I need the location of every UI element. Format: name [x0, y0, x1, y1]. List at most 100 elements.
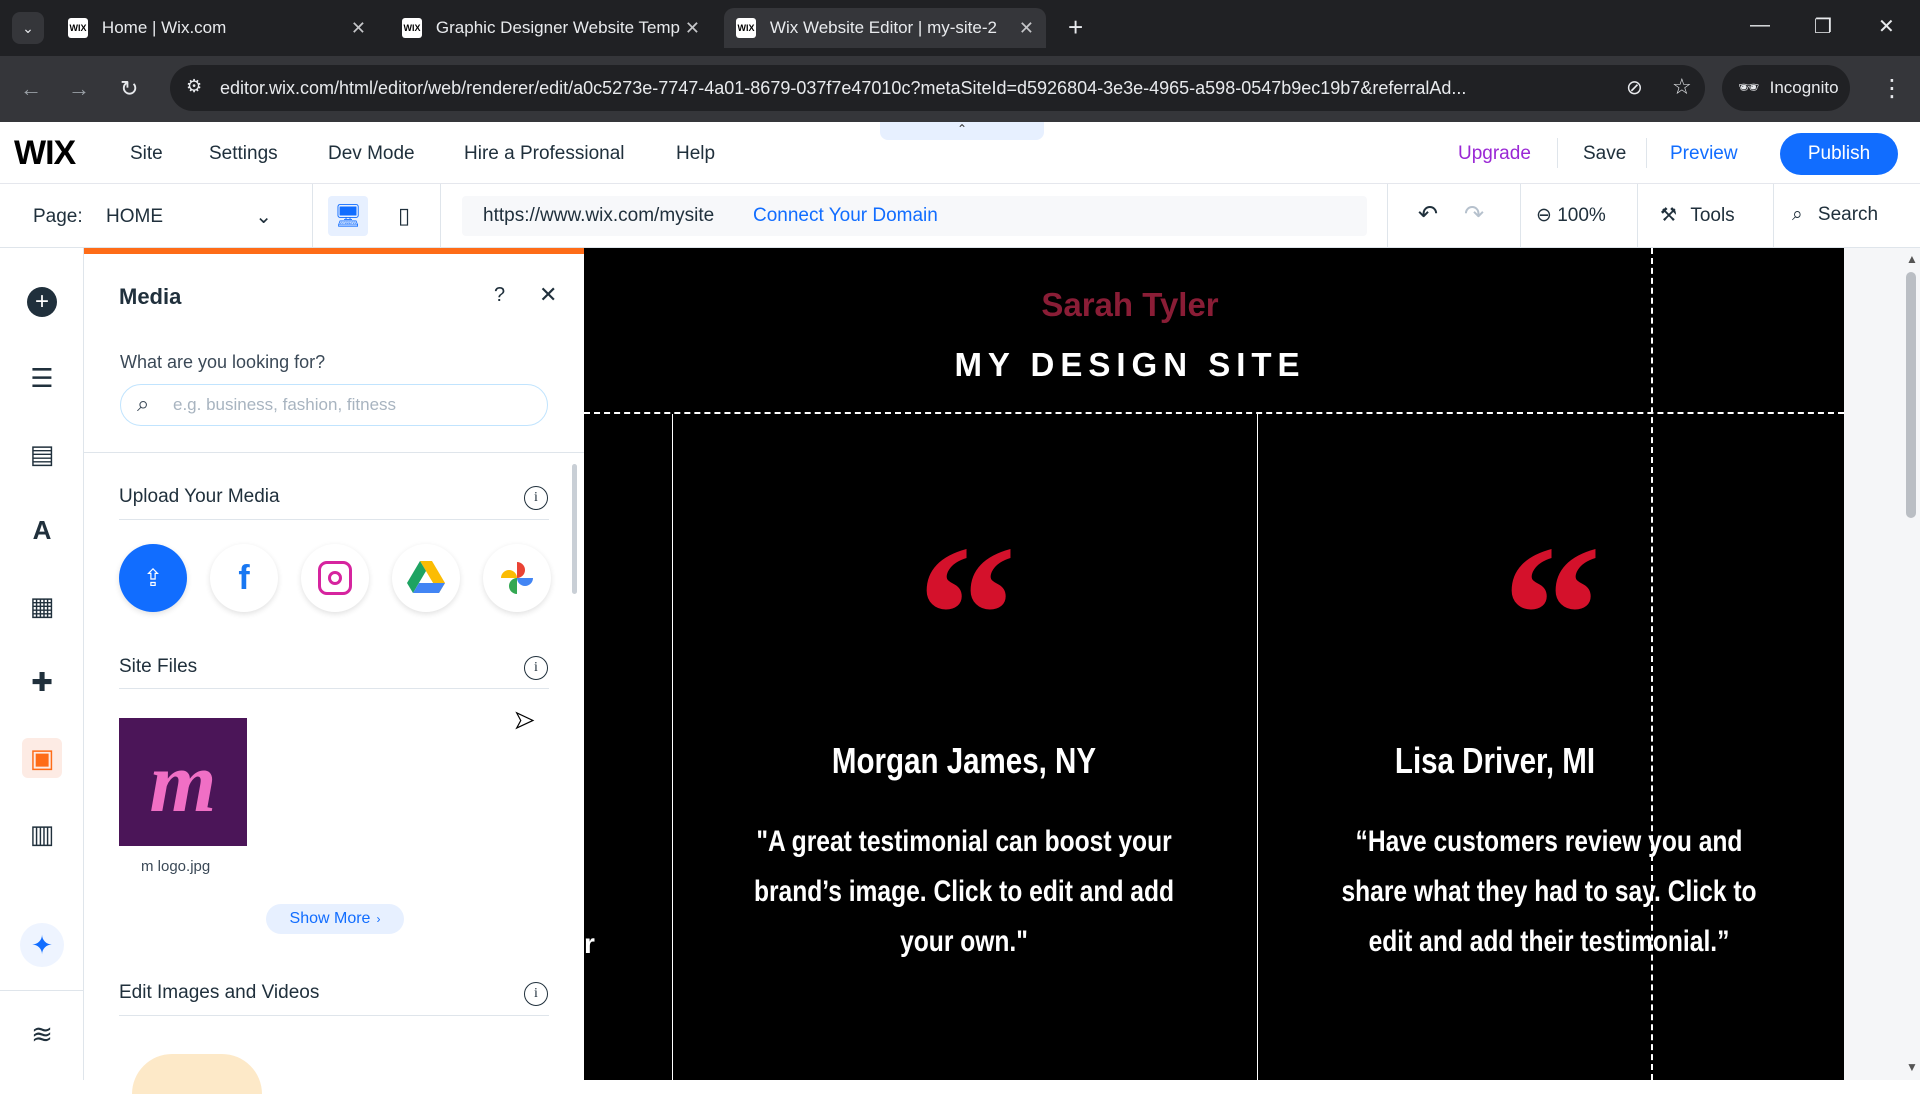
- tab-search-icon[interactable]: ⌄: [12, 12, 44, 44]
- search-input[interactable]: ⌕ e.g. business, fashion, fitness: [120, 384, 548, 426]
- google-drive-icon: [407, 561, 445, 593]
- pages-icon[interactable]: ▤: [22, 434, 62, 474]
- info-icon[interactable]: i: [524, 656, 548, 680]
- ai-sparkle-icon[interactable]: ✦: [20, 923, 64, 967]
- collapse-toolbar-icon[interactable]: ⌃: [880, 122, 1044, 140]
- layers-icon[interactable]: ≋: [22, 1014, 62, 1054]
- page-selector[interactable]: HOME ⌄: [106, 206, 272, 228]
- m-logo-image: m: [149, 734, 217, 830]
- browser-address-bar: ← → ↻ ⚙ editor.wix.com/html/editor/web/r…: [0, 56, 1920, 122]
- tools-button[interactable]: ⚒ Tools: [1660, 204, 1735, 227]
- desktop-view-icon[interactable]: 🖥: [328, 196, 368, 236]
- page-label: Page:: [33, 206, 83, 227]
- partial-text: r: [584, 928, 595, 959]
- divider: [119, 688, 549, 689]
- menu-site[interactable]: Site: [130, 143, 163, 165]
- window-close-icon[interactable]: ✕: [1878, 14, 1895, 39]
- chevron-down-icon: ⌄: [255, 206, 272, 228]
- zoom-out-icon: ⊖: [1536, 205, 1552, 226]
- info-icon[interactable]: i: [524, 486, 548, 510]
- new-tab-icon[interactable]: +: [1068, 12, 1083, 43]
- site-url: https://www.wix.com/mysite: [483, 205, 715, 226]
- close-icon[interactable]: ✕: [1019, 18, 1034, 39]
- testimonial-name[interactable]: Morgan James, NY: [726, 740, 1202, 782]
- tools-label: Tools: [1690, 205, 1735, 226]
- google-drive-upload-button[interactable]: [392, 544, 460, 612]
- browser-tab-editor[interactable]: WIX Wix Website Editor | my-site-2 ✕: [724, 8, 1046, 48]
- undo-icon[interactable]: ↶: [1418, 200, 1438, 229]
- file-name: m logo.jpg: [141, 858, 211, 875]
- site-file-thumbnail[interactable]: m: [119, 718, 247, 846]
- editor-sub-bar: Page: HOME ⌄ 🖥 ▯ https://www.wix.com/mys…: [0, 184, 1920, 248]
- back-icon[interactable]: ←: [20, 76, 42, 102]
- instagram-upload-button[interactable]: [301, 544, 369, 612]
- publish-button[interactable]: Publish: [1780, 133, 1898, 175]
- testimonial-text[interactable]: "A great testimonial can boost your bran…: [751, 817, 1177, 967]
- browser-tab-home[interactable]: WIX Home | Wix.com ✕: [56, 8, 378, 48]
- scroll-up-icon[interactable]: ▲: [1906, 252, 1918, 266]
- mobile-view-icon[interactable]: ▯: [386, 196, 422, 236]
- search-placeholder: e.g. business, fashion, fitness: [173, 395, 397, 414]
- site-canvas[interactable]: Sarah Tyler MY DESIGN SITE r “ Morgan Ja…: [584, 248, 1844, 1080]
- divider: [84, 452, 584, 453]
- facebook-upload-button[interactable]: f: [210, 544, 278, 612]
- google-photos-upload-button[interactable]: [483, 544, 551, 612]
- zoom-control[interactable]: ⊖ 100%: [1536, 204, 1606, 227]
- divider: [0, 990, 84, 991]
- cms-icon[interactable]: ▥: [22, 814, 62, 854]
- restore-icon[interactable]: ❐: [1814, 14, 1832, 39]
- business-tools-icon[interactable]: ✚: [22, 662, 62, 702]
- apps-icon[interactable]: ▦: [22, 586, 62, 626]
- redo-icon[interactable]: ↷: [1464, 200, 1484, 229]
- save-button[interactable]: Save: [1583, 143, 1626, 165]
- site-title[interactable]: MY DESIGN SITE: [584, 346, 1676, 384]
- add-elements-icon[interactable]: +: [22, 282, 62, 322]
- add-section-icon[interactable]: ☰: [22, 358, 62, 398]
- connect-domain-link[interactable]: Connect Your Domain: [753, 205, 938, 227]
- divider: [1773, 184, 1774, 248]
- divider: [1637, 184, 1638, 248]
- incognito-label: Incognito: [1769, 78, 1839, 97]
- help-icon[interactable]: ?: [494, 284, 505, 307]
- close-icon[interactable]: ✕: [351, 18, 366, 39]
- media-icon[interactable]: ▣: [22, 738, 62, 778]
- show-more-button[interactable]: Show More ›: [266, 904, 404, 934]
- info-icon[interactable]: i: [524, 982, 548, 1006]
- site-owner-name[interactable]: Sarah Tyler: [584, 286, 1676, 324]
- preview-button[interactable]: Preview: [1670, 143, 1738, 165]
- divider: [119, 1015, 549, 1016]
- close-icon[interactable]: ✕: [685, 18, 700, 39]
- canvas-scroll-area: ▲ ▼: [1844, 248, 1920, 1080]
- forward-icon[interactable]: →: [68, 76, 90, 102]
- testimonial-name[interactable]: Lisa Driver, MI: [1302, 740, 1687, 782]
- panel-scrollbar[interactable]: [572, 464, 577, 594]
- site-settings-icon[interactable]: ⚙: [186, 76, 202, 97]
- testimonial-text[interactable]: “Have customers review you and share wha…: [1336, 817, 1762, 967]
- bookmark-star-icon[interactable]: ☆: [1672, 74, 1692, 100]
- browser-tab-template[interactable]: WIX Graphic Designer Website Temp ✕: [390, 8, 712, 48]
- header-divider: [584, 412, 1844, 414]
- menu-hire-professional[interactable]: Hire a Professional: [464, 143, 625, 165]
- scroll-down-icon[interactable]: ▼: [1906, 1060, 1918, 1074]
- close-icon[interactable]: ✕: [539, 282, 557, 308]
- canvas-scrollbar[interactable]: [1906, 272, 1916, 518]
- menu-settings[interactable]: Settings: [209, 143, 278, 165]
- search-button[interactable]: ⌕ Search: [1792, 204, 1878, 226]
- design-icon[interactable]: A: [22, 510, 62, 550]
- upgrade-button[interactable]: Upgrade: [1458, 143, 1531, 165]
- eye-off-icon[interactable]: ⊘: [1626, 75, 1643, 100]
- omnibox[interactable]: ⚙ editor.wix.com/html/editor/web/rendere…: [170, 65, 1705, 111]
- menu-dev-mode[interactable]: Dev Mode: [328, 143, 415, 165]
- reload-icon[interactable]: ↻: [120, 76, 138, 102]
- upload-button[interactable]: ⇪: [119, 544, 187, 612]
- incognito-indicator[interactable]: 🕶 Incognito: [1722, 65, 1850, 111]
- wix-logo[interactable]: WIX: [14, 134, 76, 173]
- divider: [312, 184, 313, 248]
- divider: [1646, 138, 1647, 168]
- browser-menu-icon[interactable]: ⋮: [1880, 74, 1904, 103]
- column-divider: [672, 414, 673, 1080]
- menu-help[interactable]: Help: [676, 143, 715, 165]
- column-divider: [1257, 414, 1258, 1080]
- site-url-bar[interactable]: https://www.wix.com/mysite Connect Your …: [462, 196, 1367, 236]
- minimize-icon[interactable]: —: [1750, 14, 1770, 37]
